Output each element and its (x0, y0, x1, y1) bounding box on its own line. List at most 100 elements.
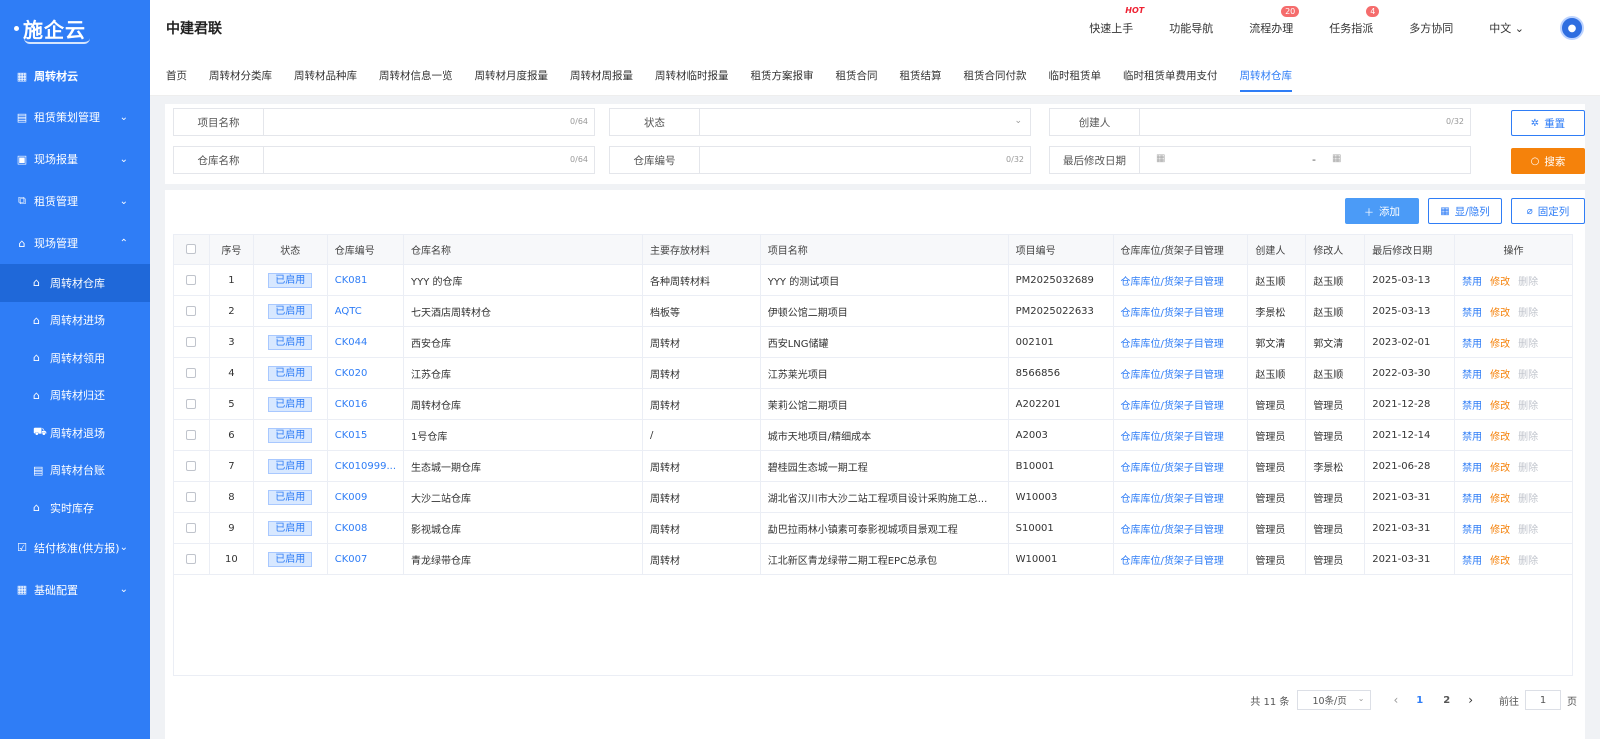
warehouse-no-input[interactable]: 0/32 (700, 147, 1030, 173)
reset-button[interactable]: ✲ 重置 (1511, 110, 1585, 136)
warehouse-code-link[interactable]: CK015 (326, 419, 405, 451)
modify-button[interactable]: 修改 (1490, 401, 1510, 412)
collab-link[interactable]: 多方协同 (1409, 20, 1453, 36)
project-name-input[interactable]: 0/64 (264, 109, 594, 135)
goto-page-input[interactable]: 1 (1525, 690, 1561, 710)
tab-temp-lease[interactable]: 临时租赁单 (1049, 56, 1102, 96)
tab-info[interactable]: 周转材信息一览 (379, 56, 453, 96)
tab-monthly-report[interactable]: 周转材月度报量 (475, 56, 549, 96)
delete-button[interactable]: 删除 (1518, 401, 1538, 412)
disable-button[interactable]: 禁用 (1462, 308, 1482, 319)
modify-button[interactable]: 修改 (1490, 494, 1510, 505)
tab-temp-report[interactable]: 周转材临时报量 (655, 56, 729, 96)
location-manage-link[interactable]: 仓库库位/货架子目管理 (1112, 450, 1249, 482)
tab-home[interactable]: 首页 (166, 56, 187, 96)
location-manage-link[interactable]: 仓库库位/货架子目管理 (1112, 512, 1249, 544)
quick-start-link[interactable]: 快速上手 HOT (1089, 6, 1144, 36)
sidebar-subitem-warehouse[interactable]: ⌂ 周转材仓库 (0, 264, 150, 302)
row-checkbox[interactable] (173, 512, 210, 544)
function-nav-link[interactable]: 功能导航 (1169, 20, 1213, 36)
location-manage-link[interactable]: 仓库库位/货架子目管理 (1112, 357, 1249, 389)
disable-button[interactable]: 禁用 (1462, 494, 1482, 505)
add-button[interactable]: ＋添加 (1345, 198, 1419, 224)
location-manage-link[interactable]: 仓库库位/货架子目管理 (1112, 326, 1249, 358)
delete-button[interactable]: 删除 (1518, 525, 1538, 536)
modify-button[interactable]: 修改 (1490, 339, 1510, 350)
modify-button[interactable]: 修改 (1490, 308, 1510, 319)
prev-page-icon[interactable]: ‹ (1393, 693, 1398, 707)
sidebar-item-site-mgmt[interactable]: ⌂ 现场管理 ⌃ (0, 222, 150, 264)
sidebar-subitem-exit[interactable]: ⛟ 周转材退场 (0, 414, 150, 452)
sidebar-item-lease-plan[interactable]: ▤ 租赁策划管理 ⌄ (0, 96, 150, 138)
row-checkbox[interactable] (173, 419, 210, 451)
warehouse-code-link[interactable]: AQTC (326, 295, 405, 327)
sidebar-item-turnover-cloud[interactable]: ▦ 周转材云 (0, 56, 150, 96)
language-select[interactable]: 中文 ⌄ (1489, 20, 1524, 36)
delete-button[interactable]: 删除 (1518, 463, 1538, 474)
page-size-select[interactable]: 10条/页 ⌄ (1297, 690, 1372, 710)
sidebar-subitem-stock[interactable]: ⌂ 实时库存 (0, 489, 150, 527)
warehouse-name-input[interactable]: 0/64 (264, 147, 594, 173)
tab-warehouse[interactable]: 周转材仓库 (1239, 56, 1292, 96)
row-checkbox[interactable] (173, 388, 210, 420)
location-manage-link[interactable]: 仓库库位/货架子目管理 (1112, 419, 1249, 451)
tab-lease-plan[interactable]: 租赁方案报审 (751, 56, 814, 96)
status-select[interactable]: ⌄ (700, 109, 1030, 135)
disable-button[interactable]: 禁用 (1462, 525, 1482, 536)
warehouse-code-link[interactable]: CK020 (326, 357, 405, 389)
search-button[interactable]: ○ 搜索 (1511, 148, 1585, 174)
delete-button[interactable]: 删除 (1518, 370, 1538, 381)
row-checkbox[interactable] (173, 450, 210, 482)
avatar[interactable]: ● (1560, 16, 1584, 40)
creator-input[interactable]: 0/32 (1140, 109, 1470, 135)
sidebar-item-base-config[interactable]: ▦ 基础配置 ⌄ (0, 569, 150, 611)
process-link[interactable]: 流程办理 20 (1249, 6, 1300, 36)
row-checkbox[interactable] (173, 326, 210, 358)
location-manage-link[interactable]: 仓库库位/货架子目管理 (1112, 264, 1249, 296)
disable-button[interactable]: 禁用 (1462, 432, 1482, 443)
modify-button[interactable]: 修改 (1490, 370, 1510, 381)
warehouse-code-link[interactable]: CK016 (326, 388, 405, 420)
tab-contract-payment[interactable]: 租赁合同付款 (964, 56, 1027, 96)
warehouse-code-link[interactable]: CK010999... (326, 450, 405, 482)
disable-button[interactable]: 禁用 (1462, 401, 1482, 412)
modify-button[interactable]: 修改 (1490, 277, 1510, 288)
toggle-columns-button[interactable]: ▦ 显/隐列 (1428, 198, 1502, 224)
modify-button[interactable]: 修改 (1490, 463, 1510, 474)
delete-button[interactable]: 删除 (1518, 308, 1538, 319)
row-checkbox[interactable] (173, 295, 210, 327)
row-checkbox[interactable] (173, 264, 210, 296)
warehouse-code-link[interactable]: CK008 (326, 512, 405, 544)
sidebar-subitem-return[interactable]: ⌂ 周转材归还 (0, 377, 150, 415)
page-2[interactable]: 2 (1443, 695, 1450, 706)
disable-button[interactable]: 禁用 (1462, 339, 1482, 350)
delete-button[interactable]: 删除 (1518, 339, 1538, 350)
sidebar-subitem-ledger[interactable]: ▤ 周转材台账 (0, 452, 150, 490)
row-checkbox[interactable] (173, 481, 210, 513)
disable-button[interactable]: 禁用 (1462, 463, 1482, 474)
sidebar-item-site-report[interactable]: ▣ 现场报量 ⌄ (0, 138, 150, 180)
tab-weekly-report[interactable]: 周转材周报量 (570, 56, 633, 96)
row-checkbox[interactable] (173, 357, 210, 389)
tab-lease-contract[interactable]: 租赁合同 (836, 56, 878, 96)
tab-variety[interactable]: 周转材品种库 (294, 56, 357, 96)
sidebar-subitem-entry[interactable]: ⌂ 周转材进场 (0, 302, 150, 340)
tab-lease-settlement[interactable]: 租赁结算 (900, 56, 942, 96)
location-manage-link[interactable]: 仓库库位/货架子目管理 (1112, 388, 1249, 420)
tab-category[interactable]: 周转材分类库 (209, 56, 272, 96)
sidebar-item-settlement[interactable]: ☑ 结付核准(供方报) ⌄ (0, 527, 150, 569)
task-link[interactable]: 任务指派 4 (1329, 6, 1380, 36)
disable-button[interactable]: 禁用 (1462, 370, 1482, 381)
logo[interactable]: 施企云 (0, 0, 150, 56)
fix-columns-button[interactable]: ⌀ 固定列 (1511, 198, 1585, 224)
select-all-checkbox[interactable] (173, 234, 210, 265)
warehouse-code-link[interactable]: CK009 (326, 481, 405, 513)
location-manage-link[interactable]: 仓库库位/货架子目管理 (1112, 295, 1249, 327)
delete-button[interactable]: 删除 (1518, 277, 1538, 288)
modify-button[interactable]: 修改 (1490, 525, 1510, 536)
modify-button[interactable]: 修改 (1490, 432, 1510, 443)
date-range-picker[interactable]: ▦ - ▦ (1140, 147, 1470, 173)
delete-button[interactable]: 删除 (1518, 432, 1538, 443)
location-manage-link[interactable]: 仓库库位/货架子目管理 (1112, 481, 1249, 513)
delete-button[interactable]: 删除 (1518, 494, 1538, 505)
